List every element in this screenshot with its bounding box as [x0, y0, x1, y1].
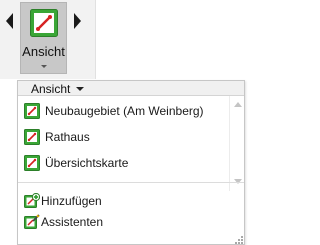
- map-view-icon: [24, 155, 40, 171]
- view-button[interactable]: Ansicht: [20, 2, 67, 74]
- ribbon-group: Ansicht: [0, 0, 96, 79]
- wizard-label: Assistenten: [41, 215, 104, 229]
- wizard-button[interactable]: Assistenten: [18, 212, 230, 232]
- gallery-scrollbar[interactable]: [229, 96, 244, 191]
- gallery-item-label: Rathaus: [45, 130, 90, 144]
- add-view-label: Hinzufügen: [41, 194, 102, 208]
- view-button-label: Ansicht: [22, 44, 65, 59]
- separator: [18, 182, 244, 183]
- view-gallery: Neubaugebiet (Am Weinberg) Rathaus Übers…: [18, 96, 244, 191]
- gallery-item-uebersichtskarte[interactable]: Übersichtskarte: [18, 152, 230, 174]
- map-view-icon: [30, 9, 58, 37]
- gallery-item-label: Neubaugebiet (Am Weinberg): [45, 104, 204, 118]
- map-view-icon: [24, 129, 40, 145]
- gallery-item-label: Übersichtskarte: [45, 156, 129, 170]
- chevron-down-icon: [41, 65, 47, 68]
- add-view-icon: [24, 193, 40, 208]
- dropdown-header[interactable]: Ansicht: [18, 81, 244, 96]
- dropdown-header-label: Ansicht: [31, 82, 71, 96]
- next-arrow-icon[interactable]: [74, 13, 81, 29]
- chevron-down-icon: [76, 87, 84, 91]
- gallery-item-rathaus[interactable]: Rathaus: [18, 126, 230, 148]
- view-dropdown: Ansicht Neubaugebiet (Am Weinberg) Ratha…: [17, 80, 245, 245]
- wizard-icon: [24, 214, 40, 229]
- resize-grip[interactable]: [234, 235, 244, 245]
- previous-arrow-icon[interactable]: [6, 13, 13, 29]
- add-view-button[interactable]: Hinzufügen: [18, 191, 230, 211]
- gallery-item-neubaugebiet[interactable]: Neubaugebiet (Am Weinberg): [18, 100, 230, 122]
- scroll-up-arrow-icon[interactable]: [234, 102, 242, 107]
- map-view-icon: [24, 103, 40, 119]
